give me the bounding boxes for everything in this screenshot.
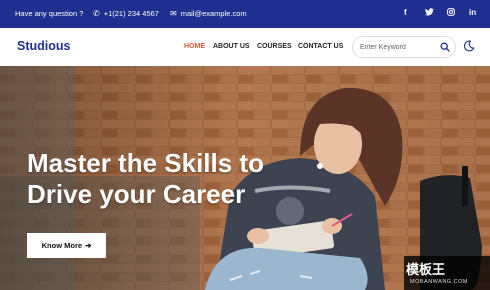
phone-icon: ✆ xyxy=(93,9,100,18)
watermark-site: MOBANWANG.COM xyxy=(410,279,468,285)
hero-title-line-2: Drive your Career xyxy=(27,179,246,209)
watermark: 模板王 MOBANWANG.COM xyxy=(404,256,490,290)
watermark-logo: 模板王 xyxy=(406,262,446,277)
nav-courses[interactable]: COURSES xyxy=(257,43,292,50)
moon-icon[interactable] xyxy=(463,40,475,52)
hero-title: Master the Skills to Drive your Career xyxy=(27,148,264,210)
instagram-icon[interactable] xyxy=(447,8,455,18)
arrow-right-icon: ➔ xyxy=(85,241,92,250)
know-more-label: Know More xyxy=(41,241,83,250)
main-navbar: Studious HOME ABOUT US COURSES CONTACT U… xyxy=(0,28,490,66)
site-logo[interactable]: Studious xyxy=(17,39,70,53)
search-box xyxy=(352,36,456,58)
linkedin-icon[interactable]: in xyxy=(469,8,476,17)
phone-contact[interactable]: ✆ +1(21) 234 4567 xyxy=(93,9,159,18)
phone-number: +1(21) 234 4567 xyxy=(103,9,159,18)
twitter-icon[interactable] xyxy=(425,8,434,18)
search-input[interactable] xyxy=(360,41,435,53)
mail-icon: ✉ xyxy=(170,9,177,18)
question-text: Have any question ? xyxy=(15,9,84,18)
search-icon[interactable] xyxy=(440,42,450,52)
top-info-bar: Have any question ? ✆ +1(21) 234 4567 ✉ ma… xyxy=(0,0,490,28)
nav-about-us[interactable]: ABOUT US xyxy=(213,43,250,50)
nav-home[interactable]: HOME xyxy=(184,43,205,50)
hero-title-line-1: Master the Skills to xyxy=(27,148,264,178)
email-address: mail@example.com xyxy=(180,9,247,18)
facebook-icon[interactable]: f xyxy=(404,8,407,17)
nav-contact-us[interactable]: CONTACT US xyxy=(298,43,343,50)
know-more-button[interactable]: Know More ➔ xyxy=(27,233,106,258)
email-contact[interactable]: ✉ mail@example.com xyxy=(170,9,247,18)
